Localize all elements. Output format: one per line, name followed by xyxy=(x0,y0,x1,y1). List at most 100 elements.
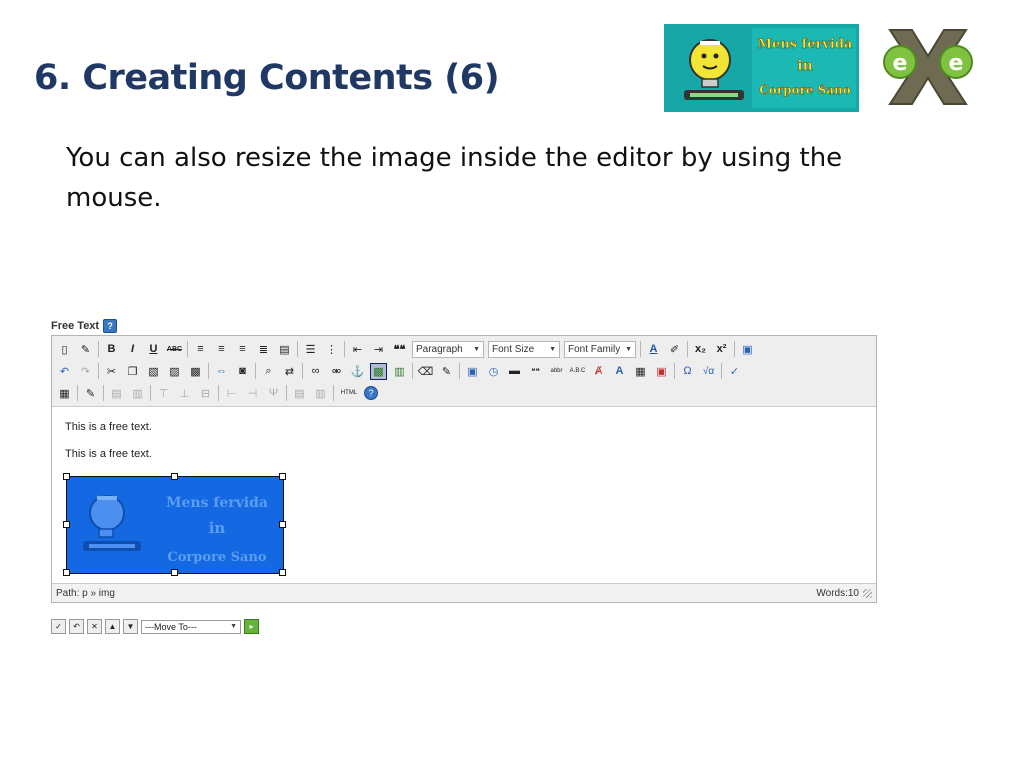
cut-icon[interactable]: ✂ xyxy=(103,363,120,380)
undo-icon[interactable]: ↶ xyxy=(56,363,73,380)
eraser-icon[interactable]: ⌫ xyxy=(417,363,434,380)
editor-content-area[interactable]: This is a free text. This is a free text… xyxy=(52,407,876,583)
strikethrough-icon[interactable]: ABC xyxy=(166,341,183,358)
go-button-icon[interactable]: ▸ xyxy=(244,619,259,634)
font-size-select[interactable]: Font Size ▼ xyxy=(488,340,560,358)
text-style-icon[interactable]: A xyxy=(611,363,628,380)
abbreviation-icon[interactable]: abbr xyxy=(548,363,565,380)
format-select[interactable]: Paragraph ▼ xyxy=(412,340,484,358)
toolbar-separator xyxy=(286,385,287,401)
code-view-icon[interactable]: ⇔ xyxy=(213,363,230,380)
move-to-select[interactable]: ---Move To--- ▼ xyxy=(141,619,241,634)
find-icon[interactable]: ⌕ xyxy=(260,363,277,380)
spellcheck-icon[interactable]: ✓ xyxy=(726,363,743,380)
clock-icon[interactable]: ◷ xyxy=(485,363,502,380)
attribute-icon[interactable]: ▣ xyxy=(464,363,481,380)
fullscreen-icon[interactable]: ▣ xyxy=(739,341,756,358)
move-up-icon[interactable]: ▲ xyxy=(105,619,120,634)
align-center-icon[interactable]: ≡ xyxy=(213,341,230,358)
move-down-icon[interactable]: ▼ xyxy=(123,619,138,634)
resize-handle-top[interactable] xyxy=(171,473,178,480)
resize-handle-right[interactable] xyxy=(279,521,286,528)
copy-icon[interactable]: ❐ xyxy=(124,363,141,380)
resize-handle-bottom[interactable] xyxy=(171,569,178,576)
resize-handle-bottom-right[interactable] xyxy=(279,569,286,576)
resize-handle-top-left[interactable] xyxy=(63,473,70,480)
align-justify-icon[interactable]: ≣ xyxy=(255,341,272,358)
acronym-icon[interactable]: A.B.C xyxy=(569,363,586,380)
resize-grip-icon[interactable] xyxy=(863,588,872,598)
toolbar-row-3: ▦ ✎ ▤ ▥ ⊤ ⊥ ⊟ ⊢ ⊣ Ψ ▤ ▥ HTML ? xyxy=(56,382,872,404)
media-player-icon[interactable]: ▣ xyxy=(653,363,670,380)
insert-col-after-icon[interactable]: ⊣ xyxy=(244,385,261,402)
styles-icon[interactable]: ▤ xyxy=(276,341,293,358)
toolbar-separator xyxy=(333,385,334,401)
insert-row-before-icon[interactable]: ⊤ xyxy=(155,385,172,402)
exe-logo: e e xyxy=(883,29,973,105)
cleanup-brush-icon[interactable]: ✎ xyxy=(438,363,455,380)
delete-idevice-icon[interactable]: ✕ xyxy=(87,619,102,634)
align-right-icon[interactable]: ≡ xyxy=(234,341,251,358)
font-family-select[interactable]: Font Family ▼ xyxy=(564,340,636,358)
insert-row-after-icon[interactable]: ⊥ xyxy=(176,385,193,402)
bullet-list-icon[interactable]: ☰ xyxy=(302,341,319,358)
format-select-value: Paragraph xyxy=(416,343,463,355)
italic-icon[interactable]: I xyxy=(124,341,141,358)
unlink-icon[interactable]: ⚮ xyxy=(328,363,345,380)
media-icon[interactable]: ◙ xyxy=(234,363,251,380)
cell-props-icon[interactable]: ▤ xyxy=(108,385,125,402)
image-gallery-icon[interactable]: ▥ xyxy=(391,363,408,380)
numbered-list-icon[interactable]: ⋮ xyxy=(323,341,340,358)
underline-icon[interactable]: U xyxy=(145,341,162,358)
paste-word-icon[interactable]: ▩ xyxy=(187,363,204,380)
insert-col-before-icon[interactable]: ⊢ xyxy=(223,385,240,402)
redo-icon[interactable]: ↷ xyxy=(77,363,94,380)
slide-body-text: You can also resize the image inside the… xyxy=(66,143,843,213)
exe-letter-left: e xyxy=(893,51,908,76)
slide-title: 6. Creating Contents (6) xyxy=(34,58,500,98)
template-icon[interactable]: ▦ xyxy=(632,363,649,380)
toolbar-separator xyxy=(187,341,188,357)
row-props-icon[interactable]: ✎ xyxy=(82,385,99,402)
remove-format-icon[interactable]: Ⱥ xyxy=(590,363,607,380)
blockquote-icon[interactable]: ❝❝ xyxy=(391,341,408,358)
done-check-icon[interactable]: ✓ xyxy=(51,619,66,634)
highlight-color-icon[interactable]: ✐ xyxy=(666,341,683,358)
resize-handle-left[interactable] xyxy=(63,521,70,528)
merge-cells-icon[interactable]: ▥ xyxy=(312,385,329,402)
paste-icon[interactable]: ▧ xyxy=(145,363,162,380)
horizontal-rule-icon[interactable]: ▬ xyxy=(506,363,523,380)
undo-edit-icon[interactable]: ↶ xyxy=(69,619,84,634)
clean-up-icon[interactable]: ✎ xyxy=(77,341,94,358)
mens-fervida-image-icon: Mens fervida in Corpore Sano xyxy=(67,477,283,573)
html-source-icon[interactable]: HTML xyxy=(338,385,360,402)
font-color-icon[interactable]: A xyxy=(645,341,662,358)
align-left-icon[interactable]: ≡ xyxy=(192,341,209,358)
special-char-icon[interactable]: Ω xyxy=(679,363,696,380)
editor-toolbar: ▯ ✎ B I U ABC ≡ ≡ ≡ ≣ ▤ ☰ ⋮ ⇤ ⇥ ❝❝ Parag… xyxy=(52,336,876,407)
math-icon[interactable]: √α xyxy=(700,363,717,380)
toolbar-separator xyxy=(674,363,675,379)
quote-marks-icon[interactable]: ❝❝ xyxy=(527,363,544,380)
replace-icon[interactable]: ⇄ xyxy=(281,363,298,380)
indent-icon[interactable]: ⇥ xyxy=(370,341,387,358)
link-icon[interactable]: ∞ xyxy=(307,363,324,380)
superscript-icon[interactable]: x² xyxy=(713,341,730,358)
paste-text-icon[interactable]: ▨ xyxy=(166,363,183,380)
outdent-icon[interactable]: ⇤ xyxy=(349,341,366,358)
bold-icon[interactable]: B xyxy=(103,341,120,358)
delete-row-icon[interactable]: ⊟ xyxy=(197,385,214,402)
help-icon[interactable]: ? xyxy=(103,319,118,333)
subscript-icon[interactable]: x₂ xyxy=(692,341,709,358)
selected-image[interactable]: Mens fervida in Corpore Sano xyxy=(66,476,284,574)
table-icon[interactable]: ▦ xyxy=(56,385,73,402)
resize-handle-bottom-left[interactable] xyxy=(63,569,70,576)
help-icon[interactable]: ? xyxy=(364,386,378,400)
image-icon[interactable]: ▩ xyxy=(370,362,387,380)
delete-col-icon[interactable]: Ψ xyxy=(265,385,282,402)
resize-handle-top-right[interactable] xyxy=(279,473,286,480)
new-document-icon[interactable]: ▯ xyxy=(56,341,73,358)
split-cells-icon[interactable]: ▤ xyxy=(291,385,308,402)
table-props-icon[interactable]: ▥ xyxy=(129,385,146,402)
anchor-icon[interactable]: ⚓ xyxy=(349,363,366,380)
